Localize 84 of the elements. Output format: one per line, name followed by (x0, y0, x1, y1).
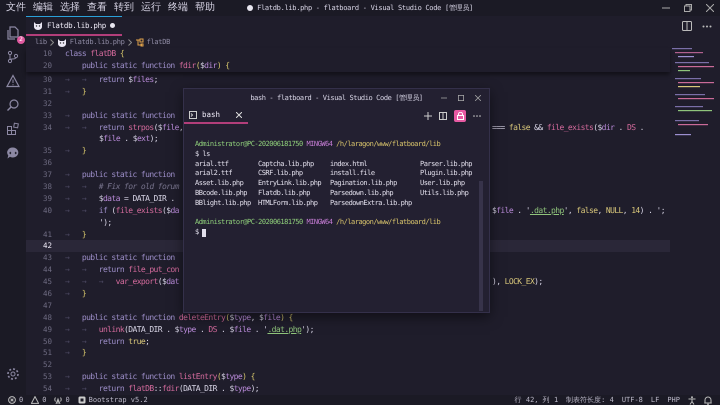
whitespace-marker: → (65, 312, 70, 324)
menu-item[interactable]: 终端 (168, 1, 188, 15)
close-icon[interactable] (706, 4, 714, 12)
code-line: return file_put_con (98, 264, 179, 276)
code-line: === false && file_exists($dir . DS . (492, 122, 644, 134)
whitespace-marker: → (65, 169, 70, 182)
chat-icon[interactable] (6, 146, 20, 160)
whitespace-marker: → (65, 252, 70, 264)
chevron-icon (128, 38, 132, 46)
cat-icon (33, 21, 43, 30)
whitespace-marker: → → → (65, 276, 104, 288)
whitespace-marker: → (65, 145, 70, 158)
code-line: # Fix for old forum (98, 181, 179, 193)
extensions-icon[interactable] (6, 122, 20, 136)
whitespace-marker: → (65, 371, 70, 384)
settings-icon[interactable] (6, 367, 20, 381)
code-line: return $files; (98, 74, 158, 86)
whitespace-marker: → (65, 228, 70, 240)
code-line: } (82, 347, 86, 360)
code-line: $data = DATA_DIR . (98, 192, 175, 205)
code-line: public static function (82, 252, 175, 264)
antenna-icon (54, 396, 62, 404)
whitespace-marker: → → (65, 324, 88, 336)
lock-button[interactable] (454, 110, 466, 122)
code-line: public static function fdir($dir) { (80, 60, 230, 72)
whitespace-marker: → → (65, 122, 88, 134)
code-line: } (82, 145, 86, 158)
whitespace-marker: → → (65, 336, 88, 348)
plus-icon[interactable] (424, 112, 432, 120)
whitespace-marker: → (65, 110, 70, 122)
code-line: } (82, 288, 86, 300)
menu-item[interactable]: 转到 (114, 1, 134, 15)
class-icon (134, 38, 144, 46)
whitespace-marker: → → (65, 204, 88, 217)
menu-item[interactable]: 编辑 (33, 1, 53, 15)
bell-icon[interactable] (704, 396, 712, 404)
more-icon[interactable] (702, 24, 712, 28)
restore-icon[interactable] (684, 4, 692, 12)
code-line: return true; (98, 336, 150, 348)
whitespace-marker: → → (65, 181, 88, 193)
whitespace-marker: → → (65, 192, 88, 205)
source-control-icon[interactable] (6, 50, 20, 64)
code-line: return strpos($file, (98, 122, 184, 134)
code-line: class flatDB { (65, 48, 124, 60)
close-icon[interactable] (475, 95, 481, 101)
cat-icon (56, 38, 67, 46)
code-line: ), LOCK_EX); (492, 276, 543, 288)
code-line: public static function (82, 110, 175, 122)
code-line: return flatDB::fdir(DATA_DIR . $type); (98, 383, 260, 396)
error-icon (8, 396, 16, 404)
code-line: $file . '.dat.php', false, NULL, 14) . '; (492, 204, 665, 217)
files-icon[interactable] (6, 26, 20, 40)
terminal-icon (189, 110, 197, 118)
whitespace-marker: → (65, 347, 70, 360)
split-icon[interactable] (439, 112, 447, 120)
maximize-icon[interactable] (458, 95, 464, 101)
code-line: public static function (82, 169, 175, 182)
whitespace-marker: → → (65, 74, 88, 86)
menu-item[interactable]: 查看 (87, 1, 107, 15)
warning-icon (31, 396, 40, 404)
code-line: unlink(DATA_DIR . $type . DS . $file . '.dat.php'); (98, 324, 314, 336)
code-line: public static function deleteEntry($type, $file) { (82, 312, 293, 324)
code-line: } (82, 228, 86, 240)
minimize-icon[interactable] (441, 95, 447, 101)
split-editor-icon[interactable] (682, 21, 692, 31)
whitespace-marker: → (65, 86, 70, 98)
warning-icon[interactable] (6, 74, 20, 88)
whitespace-marker: → → (65, 264, 88, 276)
text-cursor (202, 229, 206, 238)
menu-item[interactable]: 帮助 (195, 1, 215, 15)
code-line: '); (99, 216, 112, 229)
search-icon[interactable] (6, 98, 20, 112)
accessibility-icon[interactable] (688, 396, 696, 404)
code-line: public static function listEntry($type) { (82, 371, 255, 384)
whitespace-marker: → (65, 288, 70, 300)
menu-item[interactable]: 运行 (141, 1, 161, 15)
menu-item[interactable]: 选择 (60, 1, 80, 15)
chevron-icon (50, 38, 54, 46)
whitespace-marker: → → (65, 383, 88, 396)
code-line: } (82, 86, 86, 98)
code-line: if (file_exists($da (98, 204, 179, 217)
menu-item[interactable]: 文件 (6, 1, 26, 15)
code-line: var_export($dat (116, 276, 179, 288)
code-line: $file . $ext); (99, 133, 158, 146)
